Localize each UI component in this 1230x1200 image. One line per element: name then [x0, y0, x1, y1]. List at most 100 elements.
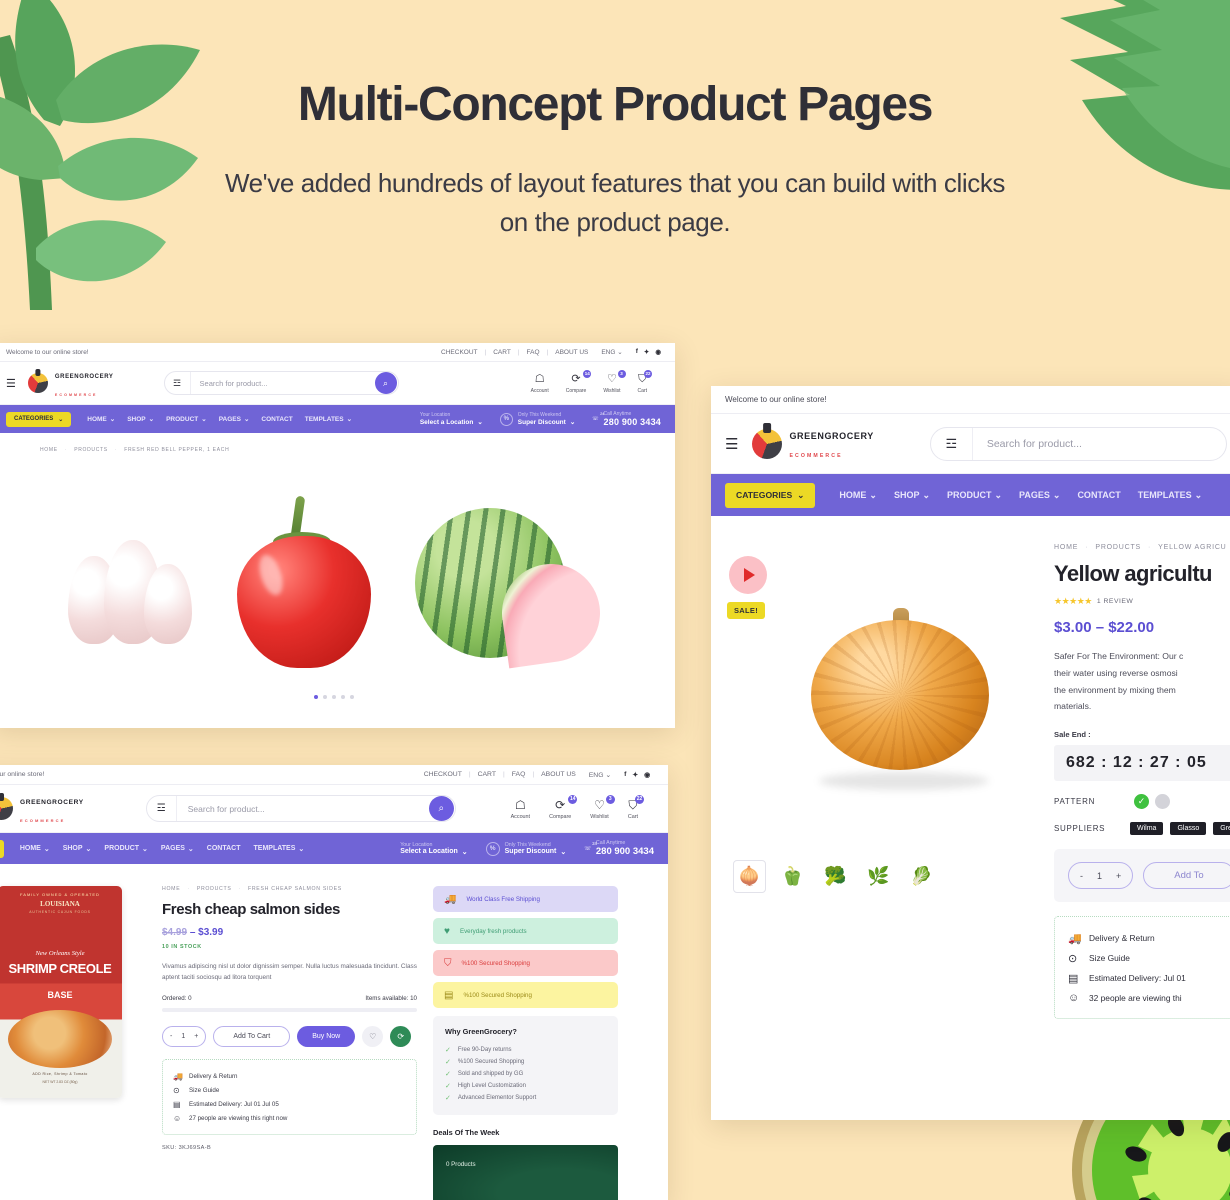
nav-item-contact[interactable]: CONTACT	[207, 845, 241, 852]
gallery-dot[interactable]	[340, 695, 345, 699]
quantity-stepper[interactable]: - 1 +	[1068, 862, 1134, 889]
product-gallery[interactable]	[0, 453, 675, 715]
quantity-value[interactable]: 1	[181, 1033, 185, 1040]
social-icons[interactable]: f ✦ ◉	[636, 348, 661, 356]
search-bar[interactable]: ☲ Search for product...	[929, 426, 1227, 461]
categories-button[interactable]: RES ⌄	[0, 839, 4, 858]
nav-item-product[interactable]: PRODUCT ⌄	[947, 490, 1002, 501]
categories-button[interactable]: CATEGORIES ⌄	[725, 482, 816, 508]
facebook-icon[interactable]: f	[636, 348, 638, 356]
discount-selector[interactable]: % Only This Weekend Super Discount ⌄	[485, 841, 566, 856]
link-cart[interactable]: CART	[493, 349, 511, 356]
quantity-value[interactable]: 1	[1097, 871, 1102, 881]
play-video-button[interactable]	[729, 556, 767, 594]
wishlist-icon[interactable]: ♡	[362, 1026, 384, 1048]
hamburger-menu-icon[interactable]: ☰	[725, 435, 738, 453]
product-rating[interactable]: ★★★★★ 1 REVIEW	[1054, 596, 1230, 607]
lettuce-thumb[interactable]: 🥬	[905, 860, 938, 893]
buy-now-button[interactable]: Buy Now	[297, 1026, 356, 1048]
language-selector[interactable]: ENG ⌄	[601, 348, 622, 356]
link-faq[interactable]: FAQ	[527, 349, 540, 356]
supplier-wilma[interactable]: Wilma	[1130, 822, 1164, 835]
nav-item-pages[interactable]: PAGES ⌄	[219, 415, 250, 424]
link-faq[interactable]: FAQ	[512, 771, 526, 778]
header-action-compare[interactable]: ⟳ 14 Compare	[566, 369, 592, 394]
call-info[interactable]: ☏ 24 Call Anytime 280 900 3434	[584, 840, 654, 857]
quantity-decrease-button[interactable]: -	[1080, 871, 1083, 881]
gallery-dots[interactable]	[313, 695, 354, 699]
add-to-cart-button[interactable]: Add To Cart	[213, 1026, 291, 1048]
header-action-account[interactable]: ☖ Account	[511, 798, 530, 820]
nav-item-home[interactable]: HOME ⌄	[839, 490, 877, 501]
nav-item-shop[interactable]: SHOP ⌄	[894, 490, 930, 501]
filter-icon[interactable]: ☲	[931, 427, 973, 460]
quantity-stepper[interactable]: - 1 +	[162, 1026, 207, 1048]
breadcrumb-home[interactable]: HOME	[162, 886, 180, 892]
green-pepper-thumb[interactable]: 🫑	[776, 860, 809, 893]
brand-logo[interactable]: GREENGROCERY ECOMMERCE	[0, 791, 84, 827]
deals-of-week-card[interactable]: 0 Products	[433, 1145, 618, 1200]
quantity-increase-button[interactable]: +	[1116, 871, 1121, 881]
header-action-wishlist[interactable]: ♡ 3 Wishlist	[590, 794, 615, 820]
gallery-dot[interactable]	[331, 695, 336, 699]
language-selector[interactable]: ENG ⌄	[589, 771, 611, 779]
header-action-account[interactable]: ☖ Account	[531, 373, 549, 394]
info-line-size-guide[interactable]: ⊙ Size Guide	[1068, 948, 1230, 968]
info-line-delivery-return[interactable]: 🚚 Delivery & Return	[1068, 928, 1230, 948]
location-selector[interactable]: Your Location Select a Location ⌄	[420, 412, 483, 426]
search-input[interactable]: Search for product...	[973, 438, 1226, 450]
nav-item-product[interactable]: PRODUCT ⌄	[104, 845, 148, 853]
filter-icon[interactable]: ☲	[165, 372, 191, 394]
search-input[interactable]: Search for product...	[177, 804, 429, 814]
header-action-cart[interactable]: ⛉ 22 Cart	[638, 369, 652, 394]
call-info[interactable]: ☏ 24 Call Anytime 280 900 3434	[592, 411, 661, 427]
pattern-swatch-grey[interactable]	[1155, 794, 1170, 809]
link-checkout[interactable]: CHECKOUT	[424, 771, 462, 778]
header-action-wishlist[interactable]: ♡ 3 Wishlist	[603, 369, 626, 394]
header-action-cart[interactable]: ⛉ 22 Cart	[628, 794, 644, 820]
screenshot-product-detail-right[interactable]: Welcome to our online store! ☰ GREENGROC…	[711, 386, 1230, 1120]
add-to-cart-button[interactable]: Add To	[1143, 862, 1230, 889]
link-about-us[interactable]: ABOUT US	[555, 349, 588, 356]
filter-icon[interactable]: ☲	[147, 796, 177, 821]
nav-item-shop[interactable]: SHOP ⌄	[63, 845, 92, 853]
asparagus-thumb[interactable]: 🌿	[862, 860, 895, 893]
quantity-decrease-button[interactable]: -	[170, 1033, 172, 1040]
nav-item-contact[interactable]: CONTACT	[1077, 490, 1120, 500]
search-button[interactable]: ⌕	[428, 796, 454, 821]
breadcrumb-products[interactable]: PRODUCTS	[1095, 544, 1141, 551]
screenshot-product-detail-bottom-left[interactable]: o our online store! CHECKOUT | CART | FAQ |…	[0, 765, 668, 1200]
twitter-icon[interactable]: ✦	[632, 771, 638, 779]
hamburger-menu-icon[interactable]: ☰	[6, 377, 16, 390]
link-cart[interactable]: CART	[478, 771, 496, 778]
categories-button[interactable]: CATEGORIES ⌄	[6, 411, 72, 427]
breadcrumb-products[interactable]: PRODUCTS	[197, 886, 232, 892]
supplier-greend[interactable]: Greend	[1213, 822, 1230, 835]
pinterest-icon[interactable]: ◉	[644, 771, 650, 779]
info-line-delivery-return[interactable]: 🚚 Delivery & Return	[173, 1069, 406, 1083]
broccoli-thumb[interactable]: 🥦	[819, 860, 852, 893]
nav-item-templates[interactable]: TEMPLATES ⌄	[1138, 490, 1202, 501]
info-line-size-guide[interactable]: ⊙ Size Guide	[173, 1083, 406, 1097]
compare-icon[interactable]: ⟳	[390, 1026, 412, 1048]
nav-item-templates[interactable]: TEMPLATES ⌄	[305, 415, 352, 424]
thumbnail-strip[interactable]: 🧅 🫑 🥦 🌿 🥬	[725, 844, 1046, 893]
brand-logo[interactable]: GREENGROCERY ECOMMERCE	[27, 365, 114, 401]
quantity-increase-button[interactable]: +	[194, 1033, 198, 1040]
nav-item-shop[interactable]: SHOP ⌄	[127, 415, 154, 424]
nav-item-pages[interactable]: PAGES ⌄	[161, 845, 194, 853]
nav-item-pages[interactable]: PAGES ⌄	[1019, 490, 1060, 501]
search-button[interactable]: ⌕	[374, 372, 397, 394]
breadcrumb-home[interactable]: HOME	[1054, 544, 1078, 551]
search-bar[interactable]: ☲ Search for product... ⌕	[145, 795, 456, 822]
twitter-icon[interactable]: ✦	[644, 348, 649, 356]
social-icons[interactable]: f ✦ ◉	[624, 771, 650, 779]
main-product-image[interactable]	[725, 544, 1046, 844]
link-about-us[interactable]: ABOUT US	[541, 771, 576, 778]
nav-item-contact[interactable]: CONTACT	[261, 416, 292, 423]
review-count[interactable]: 1 REVIEW	[1097, 598, 1133, 605]
gallery-dot[interactable]	[349, 695, 354, 699]
search-input[interactable]: Search for product...	[191, 379, 375, 388]
pinterest-icon[interactable]: ◉	[655, 348, 661, 356]
screenshot-product-gallery-top-left[interactable]: Welcome to our online store! CHECKOUT | C…	[0, 343, 675, 728]
